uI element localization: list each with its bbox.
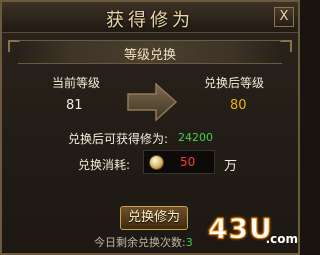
section-title: 等级兑换	[123, 48, 176, 63]
current-level-label: 当前等级	[52, 76, 101, 90]
cost-box: 50	[143, 150, 215, 174]
cost-label: 兑换消耗:	[78, 158, 131, 172]
window-title: 获得修为	[106, 10, 194, 31]
close-button[interactable]: X	[274, 7, 294, 27]
gain-value: 24200	[178, 131, 213, 144]
site-watermark-logo: 43U .com	[202, 206, 300, 250]
current-level-value: 81	[66, 98, 83, 113]
watermark-suffix: .com	[265, 232, 298, 246]
remaining-value: 3	[185, 236, 193, 249]
level-exchange-panel: 获得修为 X 等级兑换 当前等级 81 兑换后等级 80 兑换后可获得修为: 2…	[0, 0, 300, 255]
section-banner: 等级兑换	[18, 40, 282, 64]
cost-value: 50	[180, 155, 196, 169]
after-level-value: 80	[230, 98, 247, 113]
cost-unit: 万	[224, 159, 238, 174]
after-level-label: 兑换后等级	[204, 76, 265, 90]
exchange-button[interactable]: 兑换修为	[120, 206, 188, 230]
remaining-label: 今日剩余兑换次数:	[94, 236, 186, 249]
silver-coin-icon	[149, 155, 164, 170]
gain-label: 兑换后可获得修为:	[68, 132, 169, 146]
right-arrow-icon	[127, 82, 178, 122]
title-bar: 获得修为 X	[2, 2, 298, 33]
remaining-count: 今日剩余兑换次数:3	[94, 234, 193, 250]
watermark-brand: 43U	[208, 212, 273, 246]
